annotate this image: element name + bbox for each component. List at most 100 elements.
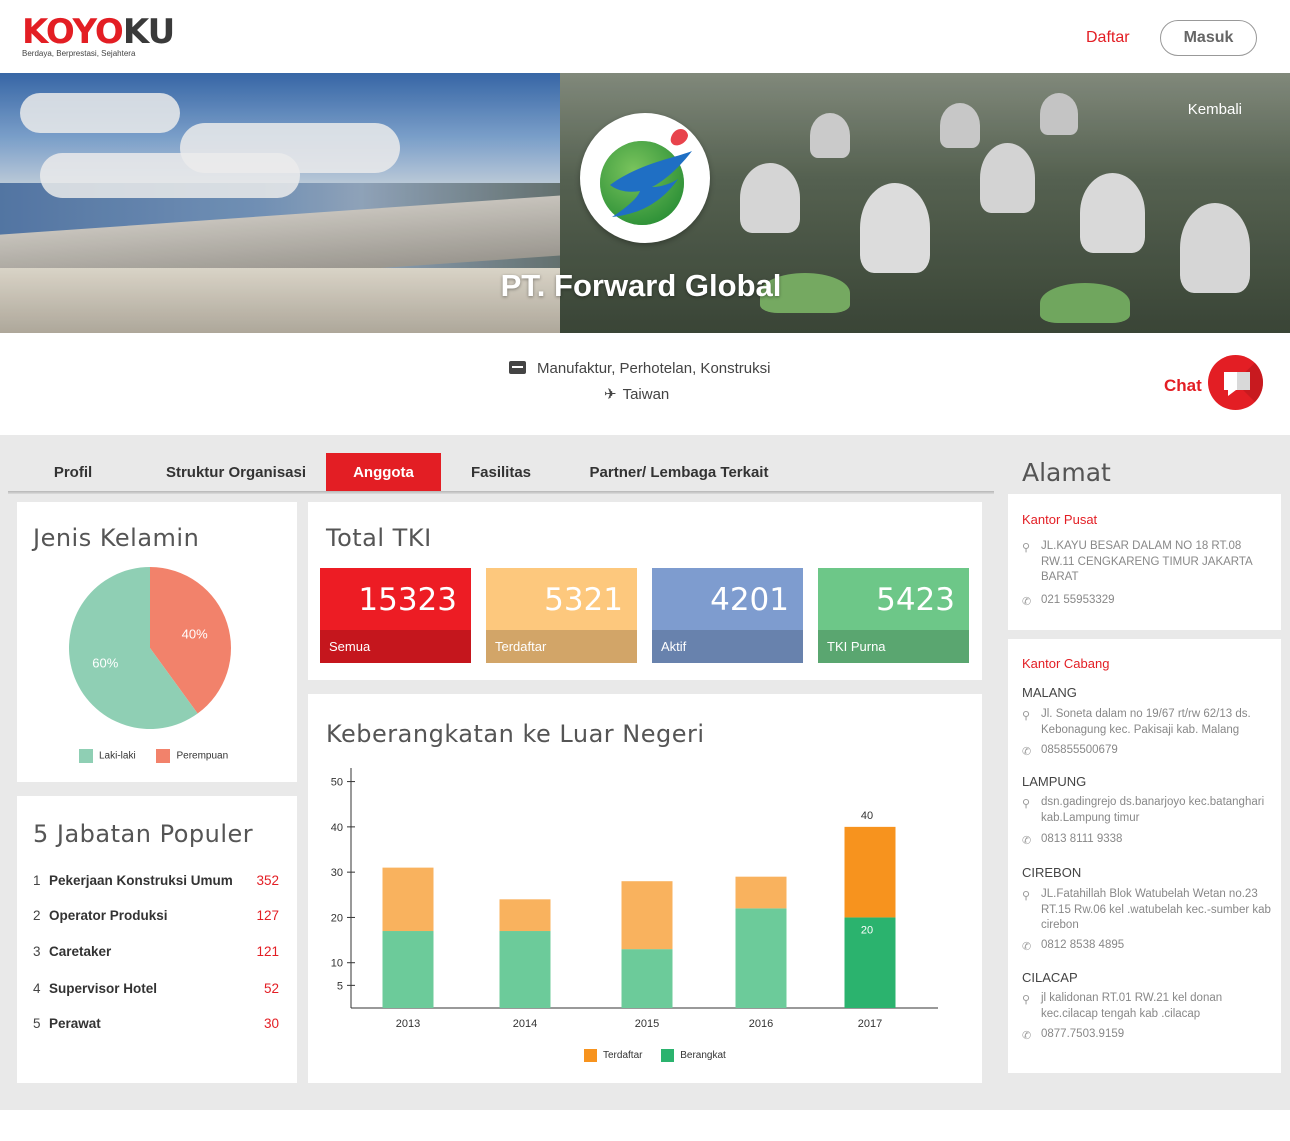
job-row[interactable]: 1 Pekerjaan Konstruksi Umum 352 bbox=[33, 873, 279, 893]
bar-departed-2016[interactable] bbox=[735, 908, 787, 1008]
industry-text: Manufaktur, Perhotelan, Konstruksi bbox=[537, 360, 771, 377]
top-navbar: KOYOKU Berdaya, Berprestasi, Sejahtera D… bbox=[0, 0, 1290, 73]
job-name: Perawat bbox=[49, 1016, 101, 1031]
branch-phone: 0813 8111 9338 bbox=[1041, 833, 1123, 845]
bar-departed-2014[interactable] bbox=[499, 931, 551, 1008]
job-rank: 1 bbox=[33, 873, 41, 888]
job-name: Operator Produksi bbox=[49, 908, 168, 923]
x-tick-label: 2017 bbox=[858, 1018, 882, 1030]
job-count: 352 bbox=[256, 873, 279, 888]
branch-city: MALANG bbox=[1022, 685, 1077, 700]
legend-swatch-registered bbox=[584, 1049, 597, 1062]
stat-aktif[interactable]: 4201 Aktif bbox=[652, 568, 803, 663]
tab-anggota[interactable]: Anggota bbox=[326, 453, 441, 493]
job-row[interactable]: 3 Caretaker 121 bbox=[33, 944, 279, 964]
y-tick-label: 5 bbox=[337, 980, 343, 992]
stat-label: Semua bbox=[320, 630, 471, 663]
stat-label: Terdaftar bbox=[486, 630, 637, 663]
branch-city: CILACAP bbox=[1022, 970, 1078, 985]
bar-registered-2013[interactable] bbox=[382, 867, 434, 932]
industry-line: Manufaktur, Perhotelan, Konstruksi bbox=[509, 360, 770, 377]
country-line: ✈ Taiwan bbox=[604, 385, 669, 403]
job-row[interactable]: 5 Perawat 30 bbox=[33, 1016, 279, 1036]
stat-semua[interactable]: 15323 Semua bbox=[320, 568, 471, 663]
bar-departed-2013[interactable] bbox=[382, 931, 434, 1008]
address-title: Alamat bbox=[1022, 458, 1111, 487]
branch-phone: 0812 8538 4895 bbox=[1041, 939, 1125, 951]
job-row[interactable]: 2 Operator Produksi 127 bbox=[33, 908, 279, 928]
branch-address: Jl. Soneta dalam no 19/67 rt/rw 62/13 ds… bbox=[1041, 708, 1251, 736]
x-tick-label: 2015 bbox=[635, 1018, 659, 1030]
company-info-band: Manufaktur, Perhotelan, Konstruksi ✈ Taiw… bbox=[0, 333, 1290, 435]
stat-value: 4201 bbox=[710, 582, 789, 618]
popular-jobs-card: 5 Jabatan Populer 1 Pekerjaan Konstruksi… bbox=[17, 796, 297, 1083]
head-office-card: Kantor Pusat ⚲ JL.KAYU BESAR DALAM NO 18… bbox=[1008, 494, 1281, 630]
departures-bar-chart: 5 10 20 30 40 50 2013 2014 2015 2016 2017 20 40 bbox=[331, 768, 938, 1030]
logo-wordmark: KOYOKU bbox=[22, 12, 175, 52]
legend-label-registered: Terdaftar bbox=[603, 1050, 643, 1062]
phone-icon: ✆ bbox=[1022, 835, 1032, 847]
job-rank: 4 bbox=[33, 981, 41, 996]
bar-data-label: 40 bbox=[861, 810, 873, 822]
tab-profil[interactable]: Profil bbox=[38, 453, 108, 493]
legend-label-male: Laki-laki bbox=[99, 750, 136, 762]
branch-city: CIREBON bbox=[1022, 865, 1082, 880]
company-hero-banner: Kembali PT. Forward Global bbox=[0, 73, 1290, 333]
head-office-phone: 021 55953329 bbox=[1041, 594, 1115, 606]
branch-offices-card: Kantor Cabang MALANG ⚲ Jl. Soneta dalam … bbox=[1008, 639, 1281, 1073]
briefcase-icon bbox=[509, 361, 526, 374]
y-tick-label: 30 bbox=[331, 867, 343, 879]
total-tki-card: Total TKI 15323 Semua 5321 Terdaftar 420… bbox=[308, 502, 982, 680]
koyoku-logo[interactable]: KOYOKU Berdaya, Berprestasi, Sejahtera bbox=[22, 12, 175, 58]
country-text: Taiwan bbox=[622, 386, 670, 403]
branch-phone: 0877.7503.9159 bbox=[1041, 1028, 1125, 1040]
legend-swatch-male bbox=[79, 749, 93, 763]
phone-icon: ✆ bbox=[1022, 1030, 1032, 1042]
job-rank: 5 bbox=[33, 1016, 41, 1031]
chat-button[interactable] bbox=[1208, 355, 1263, 410]
airplane-icon: ✈ bbox=[604, 386, 617, 403]
job-count: 121 bbox=[256, 944, 279, 959]
job-row[interactable]: 4 Supervisor Hotel 52 bbox=[33, 981, 279, 1001]
y-tick-label: 50 bbox=[331, 777, 343, 789]
x-tick-label: 2014 bbox=[513, 1018, 537, 1030]
legend-swatch-female bbox=[156, 749, 171, 763]
stat-tki-purna[interactable]: 5423 TKI Purna bbox=[818, 568, 969, 663]
tab-struktur-organisasi[interactable]: Struktur Organisasi bbox=[145, 453, 327, 493]
stat-value: 5423 bbox=[876, 582, 955, 618]
legend-swatch-departed bbox=[661, 1049, 675, 1062]
bar-registered-2014[interactable] bbox=[499, 899, 551, 932]
legend-label-female: Perempuan bbox=[176, 750, 229, 762]
stat-terdaftar[interactable]: 5321 Terdaftar bbox=[486, 568, 637, 663]
phone-icon: ✆ bbox=[1022, 746, 1032, 758]
tab-fasilitas[interactable]: Fasilitas bbox=[458, 453, 544, 493]
bar-registered-2017[interactable] bbox=[844, 826, 896, 918]
branch-label: Kantor Cabang bbox=[1022, 656, 1110, 671]
branch-address: dsn.gadingrejo ds.banarjoyo kec.batangha… bbox=[1041, 796, 1265, 824]
back-link[interactable]: Kembali bbox=[1188, 101, 1242, 118]
legend-label-departed: Berangkat bbox=[680, 1050, 726, 1062]
job-count: 127 bbox=[256, 908, 279, 923]
departures-card: Keberangkatan ke Luar Negeri 5 10 20 30 40 50… bbox=[308, 694, 982, 1083]
bar-registered-2016[interactable] bbox=[735, 876, 787, 909]
bar-registered-2015[interactable] bbox=[621, 881, 673, 950]
bar-departed-2015[interactable] bbox=[621, 949, 673, 1008]
x-tick-label: 2016 bbox=[749, 1018, 773, 1030]
map-pin-icon: ⚲ bbox=[1022, 890, 1031, 902]
tab-partner[interactable]: Partner/ Lembaga Terkait bbox=[580, 453, 778, 493]
login-button[interactable]: Masuk bbox=[1160, 20, 1257, 56]
bar-data-label: 20 bbox=[861, 924, 873, 936]
job-name: Caretaker bbox=[49, 944, 112, 959]
stat-value: 5321 bbox=[544, 582, 623, 618]
map-pin-icon: ⚲ bbox=[1022, 710, 1031, 722]
map-pin-icon: ⚲ bbox=[1022, 994, 1031, 1006]
branch-address: JL.Fatahillah Blok Watubelah Wetan no.23… bbox=[1041, 888, 1271, 931]
total-tki-title: Total TKI bbox=[326, 524, 432, 552]
company-name: PT. Forward Global bbox=[500, 268, 782, 303]
chat-label[interactable]: Chat bbox=[1164, 376, 1202, 396]
popular-jobs-title: 5 Jabatan Populer bbox=[33, 820, 254, 848]
phone-icon: ✆ bbox=[1022, 596, 1032, 608]
register-link[interactable]: Daftar bbox=[1086, 29, 1130, 47]
phone-icon: ✆ bbox=[1022, 941, 1032, 953]
pie-label-female: 40% bbox=[182, 626, 208, 641]
